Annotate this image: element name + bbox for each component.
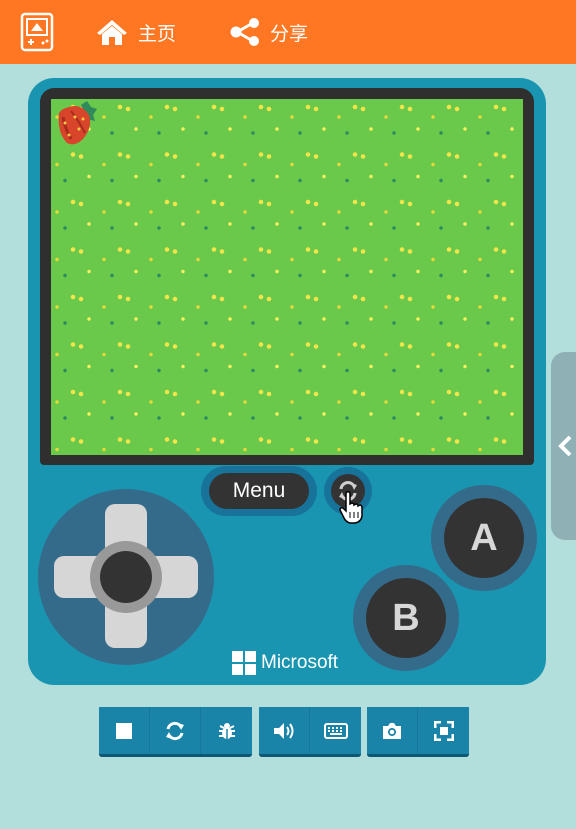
- side-panel-toggle[interactable]: [551, 352, 576, 540]
- debug-button[interactable]: [201, 707, 252, 754]
- keyboard-controls-button[interactable]: [310, 707, 361, 754]
- nav-share-label: 分享: [270, 22, 309, 45]
- top-menu-bar: 主页 分享: [0, 0, 576, 64]
- share-icon: [230, 18, 259, 46]
- a-button[interactable]: A: [444, 498, 524, 578]
- screenshot-camera-icon: [383, 722, 401, 739]
- keyboard-icon: [323, 722, 348, 739]
- restart-button[interactable]: [150, 707, 201, 754]
- nav-home[interactable]: 主页: [96, 0, 176, 64]
- debug-bug-icon: [218, 722, 235, 739]
- stop-button[interactable]: [99, 707, 150, 754]
- gamepad-logo-icon[interactable]: [20, 12, 54, 52]
- b-button[interactable]: B: [366, 578, 446, 658]
- fullscreen-icon: [433, 720, 454, 741]
- mute-button[interactable]: [259, 707, 310, 754]
- dpad-center: [100, 551, 152, 603]
- screenshot-button[interactable]: [367, 707, 418, 754]
- strawberry-sprite-icon: [58, 101, 97, 145]
- chevron-left-icon: [558, 435, 572, 457]
- home-icon: [97, 20, 127, 45]
- microsoft-logo-icon: [232, 651, 256, 675]
- hand-pointer-cursor-icon: [339, 491, 363, 524]
- sound-keyboard-group: [259, 707, 361, 757]
- capture-group: [367, 707, 469, 757]
- restart-icon: [166, 721, 184, 740]
- sound-icon: [274, 722, 294, 739]
- fullscreen-button[interactable]: [418, 707, 469, 754]
- nav-home-label: 主页: [138, 22, 177, 45]
- brand-label: Microsoft: [261, 652, 339, 673]
- game-screen[interactable]: [51, 99, 523, 455]
- simulator-controls-group: [99, 707, 252, 757]
- stop-icon: [116, 722, 132, 739]
- menu-button[interactable]: Menu: [209, 473, 309, 509]
- nav-share[interactable]: 分享: [230, 0, 308, 64]
